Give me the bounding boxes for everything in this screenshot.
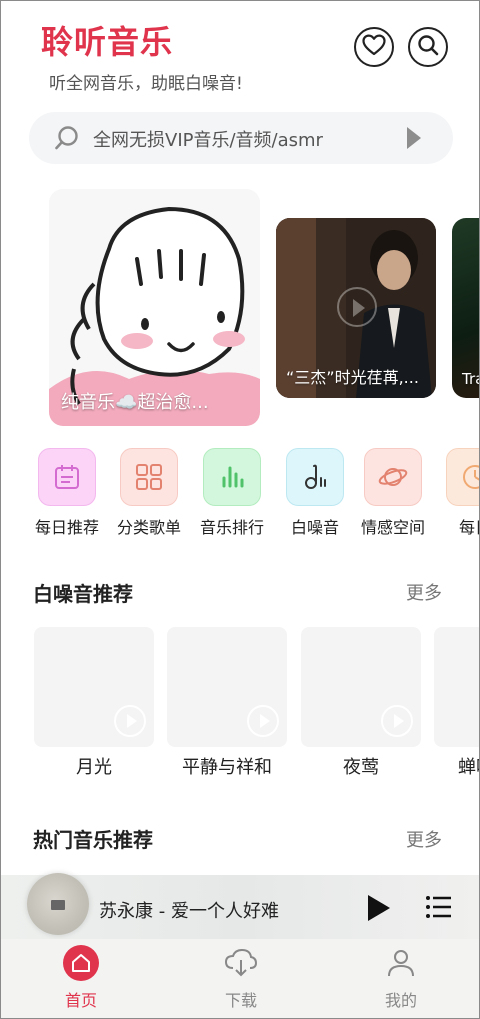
app-screen: 聆听音乐 听全网音乐，助眠白噪音! 全网无损VIP音乐/音频/asmr 纯音乐☁… xyxy=(0,0,480,1019)
card-title: 月光 xyxy=(76,757,112,778)
nav-home[interactable]: 首页 xyxy=(41,945,121,1011)
app-title: 聆听音乐 xyxy=(41,23,174,61)
cloud-download-icon xyxy=(223,945,259,981)
nav-label: 首页 xyxy=(64,991,97,1010)
hot-music-section-title: 热门音乐推荐 xyxy=(33,828,153,852)
clock-icon xyxy=(446,448,479,506)
nav-label: 下载 xyxy=(224,991,257,1010)
category-daily-more[interactable]: 每日 xyxy=(437,448,479,538)
card-title: 夜莺 xyxy=(343,757,379,778)
category-label: 每日 xyxy=(458,518,479,537)
play-icon xyxy=(337,287,377,327)
banner-card[interactable]: Tra xyxy=(452,218,479,398)
category-label: 音乐排行 xyxy=(199,518,264,537)
grid-icon xyxy=(120,448,178,506)
white-noise-card[interactable]: 月光 xyxy=(34,627,154,779)
search-button[interactable] xyxy=(408,27,448,67)
category-label: 情感空间 xyxy=(360,518,425,537)
banner-card[interactable]: 纯音乐☁️超治愈... xyxy=(49,189,260,426)
nav-download[interactable]: 下载 xyxy=(201,945,281,1011)
banner-caption: Tra xyxy=(462,370,479,388)
card-thumbnail xyxy=(434,627,479,747)
search-go-icon[interactable] xyxy=(407,127,421,149)
white-noise-card[interactable]: 夜莺 xyxy=(301,627,421,779)
nav-profile[interactable]: 我的 xyxy=(361,945,441,1011)
planet-icon xyxy=(364,448,422,506)
now-playing-title: 苏永康 - 爱一个人好难 xyxy=(99,901,279,922)
bar-chart-icon xyxy=(203,448,261,506)
favorite-button[interactable] xyxy=(354,27,394,67)
play-icon xyxy=(114,705,146,737)
category-label: 白噪音 xyxy=(290,518,339,537)
play-icon xyxy=(247,705,279,737)
white-noise-card[interactable]: 蝉鸣 xyxy=(434,627,479,779)
banner-card[interactable]: “三杰”时光荏苒,... xyxy=(276,218,436,398)
album-cover[interactable] xyxy=(27,873,89,935)
heart-icon xyxy=(362,34,386,60)
category-emotion-space[interactable]: 情感空间 xyxy=(355,448,431,538)
hot-music-more-link[interactable]: 更多 xyxy=(406,826,442,852)
white-noise-section-title: 白噪音推荐 xyxy=(33,582,133,606)
app-subtitle: 听全网音乐，助眠白噪音! xyxy=(49,74,243,94)
card-thumbnail xyxy=(301,627,421,747)
music-note-icon xyxy=(286,448,344,506)
search-icon xyxy=(53,124,81,156)
card-title: 平静与祥和 xyxy=(182,757,272,778)
playlist-icon[interactable] xyxy=(425,893,453,925)
user-icon xyxy=(383,945,419,981)
bottom-nav: 首页 下载 我的 xyxy=(1,939,479,1018)
category-daily-recommend[interactable]: 每日推荐 xyxy=(29,448,105,538)
card-thumbnail xyxy=(34,627,154,747)
card-title: 蝉鸣 xyxy=(458,757,479,778)
white-noise-more-link[interactable]: 更多 xyxy=(406,579,442,605)
home-icon xyxy=(63,945,99,981)
category-white-noise[interactable]: 白噪音 xyxy=(277,448,353,538)
banner-caption: 纯音乐☁️超治愈... xyxy=(61,392,209,413)
banner-caption: “三杰”时光荏苒,... xyxy=(286,368,419,387)
category-label: 分类歌单 xyxy=(116,518,181,537)
search-icon xyxy=(416,33,440,61)
mini-player[interactable]: 苏永康 - 爱一个人好难 xyxy=(1,873,479,939)
nav-label: 我的 xyxy=(384,991,417,1010)
play-icon[interactable] xyxy=(368,895,390,921)
search-bar[interactable]: 全网无损VIP音乐/音频/asmr xyxy=(29,112,453,164)
play-icon xyxy=(381,705,413,737)
calendar-icon xyxy=(38,448,96,506)
category-label: 每日推荐 xyxy=(34,518,99,537)
category-music-charts[interactable]: 音乐排行 xyxy=(194,448,270,538)
search-placeholder: 全网无损VIP音乐/音频/asmr xyxy=(93,130,323,151)
white-noise-card[interactable]: 平静与祥和 xyxy=(167,627,287,779)
category-playlist-types[interactable]: 分类歌单 xyxy=(111,448,187,538)
card-thumbnail xyxy=(167,627,287,747)
